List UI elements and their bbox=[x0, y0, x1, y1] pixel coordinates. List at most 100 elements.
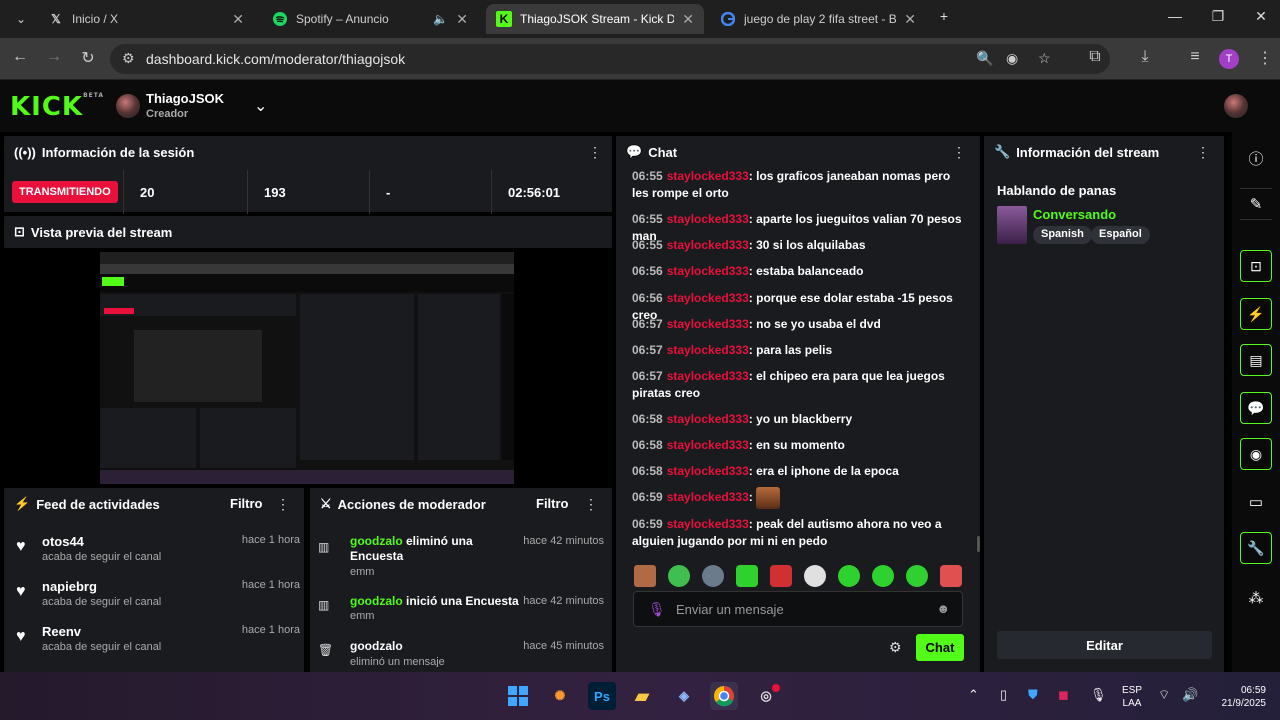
close-icon[interactable]: ✕ bbox=[904, 11, 916, 28]
mod-username[interactable]: goodzalo bbox=[350, 594, 403, 608]
kick-logo[interactable]: KICKBETA bbox=[10, 92, 104, 122]
minimize-button[interactable]: — bbox=[1163, 8, 1187, 24]
lightning-icon[interactable]: ⚡ bbox=[1240, 298, 1272, 330]
zoom-icon[interactable]: 🔍 bbox=[976, 50, 993, 67]
chat-bubble-icon[interactable]: 💬 bbox=[1240, 392, 1272, 424]
eye-off-icon[interactable]: ◉ bbox=[1006, 50, 1018, 67]
kebab-menu-icon[interactable]: ⋮ bbox=[276, 496, 290, 513]
kebab-menu-icon[interactable]: ⋮ bbox=[584, 496, 598, 513]
filter-button[interactable]: Filtro bbox=[536, 496, 569, 511]
message-username[interactable]: staylocked333 bbox=[667, 238, 749, 252]
tab-google-search[interactable]: juego de play 2 fifa street - Bus ✕ bbox=[710, 4, 926, 34]
message-username[interactable]: staylocked333 bbox=[667, 412, 749, 426]
message-username[interactable]: staylocked333 bbox=[667, 464, 749, 478]
download-icon[interactable]: ⤓ bbox=[1134, 48, 1156, 66]
battery-icon[interactable]: ▯ bbox=[1000, 687, 1007, 703]
volume-icon[interactable]: 🔊 bbox=[1182, 687, 1198, 703]
emote[interactable] bbox=[940, 565, 962, 587]
message-username[interactable]: staylocked333 bbox=[667, 317, 749, 331]
blender-icon[interactable]: ✺ bbox=[546, 682, 574, 710]
close-icon[interactable]: ✕ bbox=[456, 11, 468, 28]
chevron-up-icon[interactable]: ⌃ bbox=[968, 687, 979, 703]
language-indicator[interactable]: ESP LAA bbox=[1122, 684, 1142, 710]
edit-pencil-icon[interactable]: ✎ bbox=[1240, 188, 1272, 220]
emote[interactable] bbox=[736, 565, 758, 587]
star-icon[interactable]: ☆ bbox=[1038, 50, 1051, 67]
url-bar[interactable]: ⚙ dashboard.kick.com/moderator/thiagojso… bbox=[110, 44, 1110, 74]
emote[interactable] bbox=[906, 565, 928, 587]
emote[interactable] bbox=[804, 565, 826, 587]
message-username[interactable]: staylocked333 bbox=[667, 369, 749, 383]
emote[interactable] bbox=[668, 565, 690, 587]
stream-category[interactable]: Conversando bbox=[1033, 207, 1116, 222]
channel-switcher-chevron-icon[interactable]: ⌄ bbox=[254, 96, 267, 116]
follower-name[interactable]: otos44 bbox=[42, 534, 84, 549]
mod-username[interactable]: goodzalo bbox=[350, 534, 403, 548]
filter-button[interactable]: Filtro bbox=[230, 496, 263, 511]
chrome-icon[interactable] bbox=[710, 682, 738, 710]
layout-icon[interactable]: ▭ bbox=[1240, 486, 1272, 518]
shield-icon[interactable]: ⛊ bbox=[1028, 687, 1038, 703]
follower-name[interactable]: Reenv bbox=[42, 624, 81, 639]
user-avatar[interactable] bbox=[1224, 94, 1248, 118]
message-username[interactable]: staylocked333 bbox=[667, 291, 749, 305]
message-username[interactable]: staylocked333 bbox=[667, 343, 749, 357]
clock[interactable]: 06:59 21/9/2025 bbox=[1208, 684, 1267, 710]
emote[interactable] bbox=[838, 565, 860, 587]
emoji-icon[interactable]: ☻ bbox=[936, 601, 950, 616]
emote[interactable] bbox=[634, 565, 656, 587]
message-username[interactable]: staylocked333 bbox=[667, 490, 749, 504]
tab-spotify[interactable]: Spotify – Anuncio 🔈 ✕ bbox=[262, 4, 478, 34]
chat-scrollbar[interactable] bbox=[977, 536, 980, 552]
file-explorer-icon[interactable]: ▰ bbox=[628, 682, 656, 710]
window-close-button[interactable]: ✕ bbox=[1249, 8, 1273, 25]
app-tray-icon[interactable]: ◼ bbox=[1058, 687, 1069, 703]
extensions-icon[interactable]: ⧉ bbox=[1084, 48, 1106, 66]
forward-arrow-icon[interactable]: → bbox=[43, 48, 65, 66]
menu-kebab-icon[interactable]: ⋮ bbox=[1254, 48, 1276, 68]
close-icon[interactable]: ✕ bbox=[682, 11, 694, 28]
kebab-menu-icon[interactable]: ⋮ bbox=[588, 144, 602, 161]
message-username[interactable]: staylocked333 bbox=[667, 212, 749, 226]
chat-message-input[interactable]: 🎙 Enviar un mensaje ☻ bbox=[633, 591, 963, 627]
broadcast-icon[interactable]: ◉ bbox=[1240, 438, 1272, 470]
wrench-icon[interactable]: 🔧 bbox=[1240, 532, 1272, 564]
profile-avatar[interactable]: T bbox=[1219, 49, 1239, 69]
microphone-icon[interactable]: 🎙 bbox=[1090, 687, 1107, 703]
back-arrow-icon[interactable]: ← bbox=[9, 48, 31, 66]
preview-toggle-icon[interactable]: ⊡ bbox=[1240, 250, 1272, 282]
notes-icon[interactable]: ▤ bbox=[1240, 344, 1272, 376]
photoshop-icon[interactable]: Ps bbox=[588, 682, 616, 710]
emote[interactable] bbox=[770, 565, 792, 587]
tab-kick-dashboard[interactable]: K ThiagoJSOK Stream - Kick Dash ✕ bbox=[486, 4, 704, 34]
app-icon[interactable]: ◈ bbox=[670, 682, 698, 710]
chat-send-button[interactable]: Chat bbox=[916, 634, 964, 661]
emote[interactable] bbox=[872, 565, 894, 587]
windows-start-icon[interactable] bbox=[504, 682, 532, 710]
stream-preview-video[interactable] bbox=[100, 252, 514, 484]
apps-icon[interactable]: ⁂ bbox=[1240, 582, 1272, 614]
site-info-icon[interactable]: ⚙ bbox=[122, 50, 135, 67]
media-control-icon[interactable]: ≡ bbox=[1184, 48, 1206, 66]
message-username[interactable]: staylocked333 bbox=[667, 517, 749, 531]
new-tab-button[interactable]: + bbox=[932, 8, 956, 24]
info-icon[interactable]: ⓘ bbox=[1240, 142, 1272, 174]
microphone-icon[interactable]: 🎙 bbox=[648, 601, 666, 618]
message-username[interactable]: staylocked333 bbox=[667, 264, 749, 278]
mod-username[interactable]: goodzalo bbox=[350, 639, 403, 653]
chat-emote[interactable] bbox=[756, 487, 781, 509]
kebab-menu-icon[interactable]: ⋮ bbox=[1196, 144, 1210, 161]
follower-name[interactable]: napiebrg bbox=[42, 579, 97, 594]
kebab-menu-icon[interactable]: ⋮ bbox=[952, 144, 966, 161]
close-icon[interactable]: ✕ bbox=[232, 11, 244, 28]
tab-x[interactable]: 𝕏 Inicio / X ✕ bbox=[38, 4, 254, 34]
speaker-icon[interactable]: 🔈 bbox=[433, 12, 448, 26]
message-username[interactable]: staylocked333 bbox=[667, 169, 749, 183]
maximize-button[interactable]: ❐ bbox=[1206, 8, 1230, 25]
wifi-icon[interactable]: ⌔ bbox=[1158, 687, 1170, 703]
emote[interactable] bbox=[702, 565, 724, 587]
edit-stream-button[interactable]: Editar bbox=[997, 631, 1212, 659]
tab-search-button[interactable]: ⌄ bbox=[6, 4, 34, 34]
reload-icon[interactable]: ↻ bbox=[77, 48, 99, 68]
chat-settings-gear-icon[interactable]: ⚙ bbox=[889, 639, 902, 656]
